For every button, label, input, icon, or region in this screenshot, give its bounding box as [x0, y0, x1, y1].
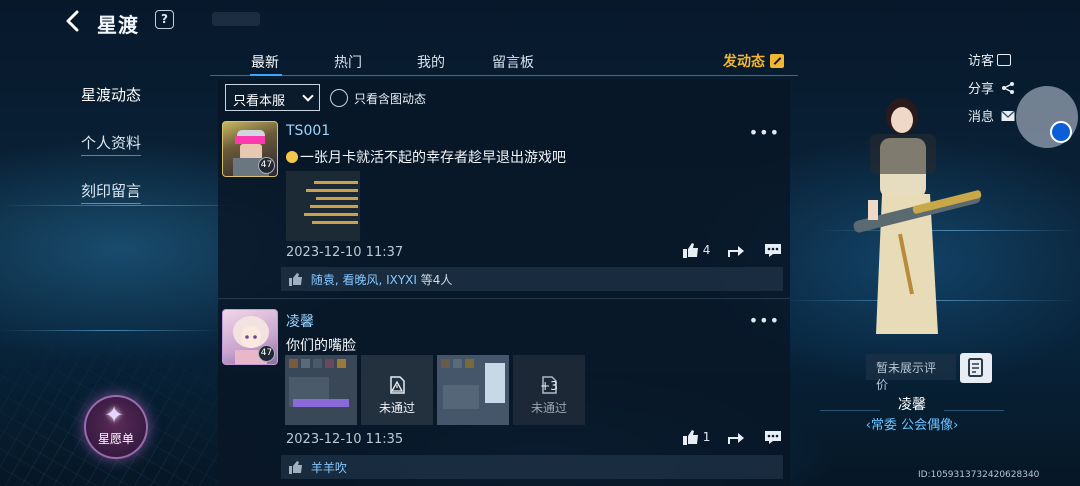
comment-icon	[765, 244, 781, 257]
top-bar: 星渡 ?	[0, 0, 400, 44]
emoji-icon	[286, 151, 298, 163]
post-actions: 1	[669, 430, 782, 445]
only-images-label: 只看含图动态	[354, 92, 427, 106]
post-item: 47 凌馨 ••• 你们的嘴脸 未通过 +3 未通过 2023-12-10 11…	[218, 309, 790, 486]
liked-names: 羊羊吹	[310, 461, 347, 475]
badge-icon	[1050, 121, 1072, 143]
back-arrow-icon[interactable]	[62, 8, 84, 34]
avatar[interactable]: 47	[222, 121, 278, 177]
post-image-pending[interactable]: 未通过	[361, 355, 433, 425]
post-image-content	[437, 355, 509, 425]
post-image[interactable]	[286, 171, 360, 241]
blurred-tag	[212, 12, 260, 26]
character-switch-button[interactable]	[1016, 86, 1078, 148]
thumbs-up-icon	[289, 273, 302, 286]
help-icon[interactable]: ?	[155, 10, 174, 29]
tab-mine[interactable]: 我的	[417, 52, 445, 72]
active-tab-indicator	[250, 74, 282, 76]
server-filter-value: 只看本服	[233, 94, 286, 109]
chevron-down-icon	[302, 90, 314, 102]
nav-item-profile[interactable]: 个人资料	[81, 132, 142, 156]
more-options-icon[interactable]: •••	[749, 311, 780, 330]
post-divider	[218, 298, 790, 299]
author-name[interactable]: TS001	[286, 123, 330, 139]
post-actions: 4	[669, 243, 782, 258]
warning-icon	[390, 376, 405, 394]
author-name[interactable]: 凌馨	[286, 311, 314, 331]
character-figure	[842, 94, 992, 356]
tab-latest[interactable]: 最新	[251, 52, 279, 72]
rating-button[interactable]	[960, 353, 992, 383]
share-post-button[interactable]	[728, 243, 746, 258]
feed-tabs: 最新 热门 我的 留言板 发动态	[210, 46, 798, 76]
pending-label: 未通过	[378, 401, 415, 415]
post-image-content	[304, 181, 358, 224]
post-timestamp: 2023-12-10 11:37	[286, 245, 404, 260]
post-text: 你们的嘴脸	[286, 338, 356, 354]
more-options-icon[interactable]: •••	[749, 123, 780, 142]
thumbs-up-icon	[289, 461, 302, 474]
tabs-divider	[210, 75, 798, 76]
comment-button[interactable]	[764, 430, 782, 445]
edit-note-icon	[968, 358, 983, 377]
character-name: 凌馨	[898, 397, 926, 413]
user-id: ID:1059313732420628340	[918, 470, 1040, 480]
nav-item-messages[interactable]: 刻印留言	[81, 180, 142, 204]
page-title: 星渡	[97, 13, 139, 37]
nav-item-dynamics[interactable]: 星渡动态	[81, 84, 141, 104]
sparkle-icon: ✦	[104, 401, 125, 429]
avatar[interactable]: 47	[222, 309, 278, 365]
server-filter-select[interactable]: 只看本服	[225, 84, 320, 111]
share-icon	[1002, 82, 1015, 94]
like-count: 1	[702, 430, 711, 444]
thumbs-up-icon	[682, 430, 698, 445]
tab-message-board[interactable]: 留言板	[492, 52, 534, 72]
character-illustration	[853, 98, 982, 334]
rating-placeholder: 暂未展示评价	[866, 354, 956, 392]
level-badge: 47	[258, 345, 275, 362]
thumbs-up-icon	[682, 243, 698, 258]
level-badge: 47	[258, 157, 275, 174]
liked-names: 随袁, 看晚风, IXYXI	[310, 273, 417, 287]
share-post-button[interactable]	[728, 430, 746, 445]
edit-icon	[770, 54, 784, 68]
post-button[interactable]: 发动态	[723, 51, 784, 71]
more-images-count: +3	[540, 379, 558, 393]
comment-button[interactable]	[764, 243, 782, 258]
like-button[interactable]: 1	[682, 430, 711, 445]
forward-icon	[728, 245, 745, 257]
visitors-icon	[997, 54, 1012, 66]
like-button[interactable]: 4	[682, 243, 711, 258]
comment-icon	[765, 431, 781, 444]
post-image-more[interactable]: +3 未通过	[513, 355, 585, 425]
visitors-button[interactable]: 访客	[968, 50, 1015, 78]
likes-summary[interactable]: 随袁, 看晚风, IXYXI 等4人	[281, 267, 783, 291]
wish-list-button[interactable]: ✦ 星愿单	[84, 395, 148, 459]
likes-summary[interactable]: 羊羊吹	[281, 455, 783, 479]
post-image[interactable]	[437, 355, 509, 425]
left-nav: 星渡动态 个人资料 刻印留言	[81, 84, 142, 228]
liked-count-suffix: 等4人	[420, 273, 453, 287]
only-images-radio[interactable]	[330, 89, 348, 107]
tab-hot[interactable]: 热门	[334, 52, 362, 72]
like-count: 4	[702, 243, 711, 257]
character-title: ‹常委 公会偶像›	[820, 410, 1004, 433]
feed-panel: 只看本服 只看含图动态 47 TS001 ••• 一张月卡就活不起的幸存者趁早退…	[218, 79, 790, 486]
post-button-label: 发动态	[723, 54, 765, 70]
mail-icon	[1001, 110, 1016, 121]
post-item: 47 TS001 ••• 一张月卡就活不起的幸存者趁早退出游戏吧 2023-12…	[218, 121, 790, 301]
wish-list-label: 星愿单	[97, 432, 134, 446]
pending-label: 未通过	[530, 401, 567, 415]
forward-icon	[728, 432, 745, 444]
post-timestamp: 2023-12-10 11:35	[286, 432, 404, 447]
post-image-content	[285, 355, 357, 425]
post-text: 一张月卡就活不起的幸存者趁早退出游戏吧	[286, 147, 566, 167]
post-image[interactable]	[285, 355, 357, 425]
